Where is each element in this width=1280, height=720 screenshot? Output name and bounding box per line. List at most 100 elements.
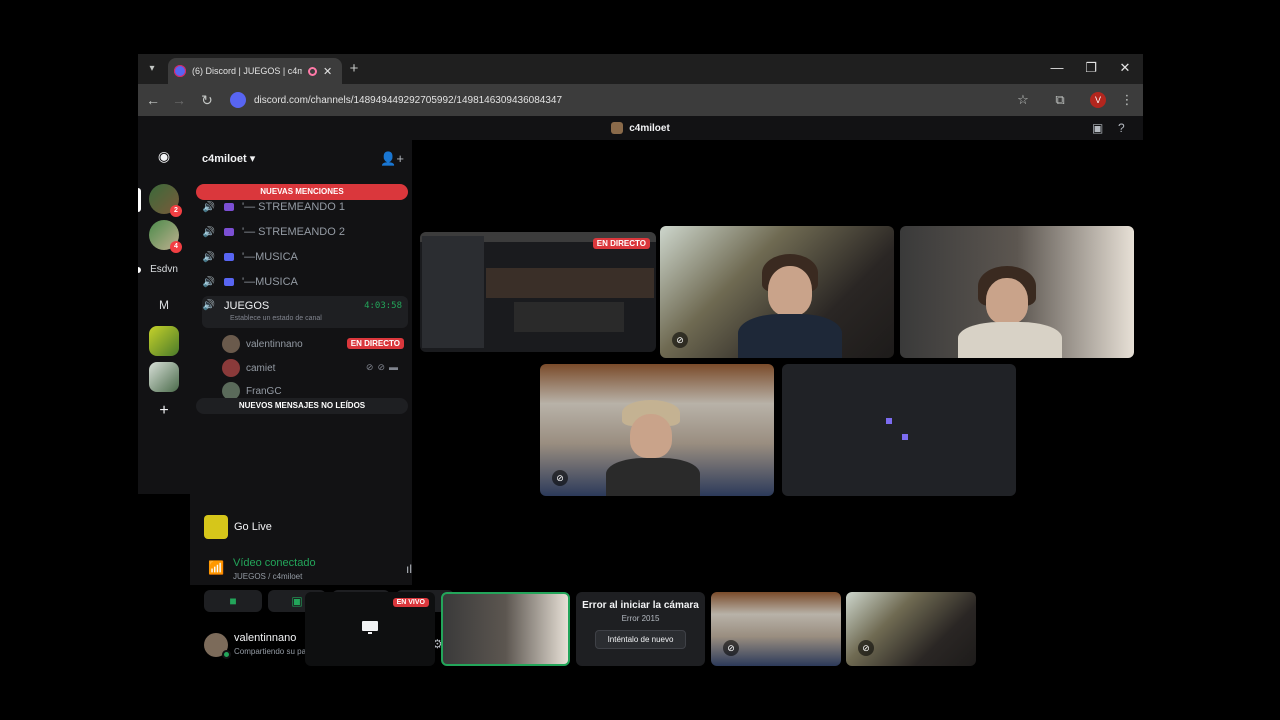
profile-initial: V — [1090, 92, 1106, 108]
voice-user-camiet[interactable]: camiet ⊘⊘▬ — [222, 357, 408, 379]
channel-name: '—MUSICA — [242, 251, 298, 263]
tab-search-icon[interactable]: ▾ — [144, 61, 160, 77]
shared-video-row-2 — [514, 302, 624, 332]
invite-people-icon[interactable]: 👤+ — [380, 151, 404, 167]
avatar — [222, 335, 240, 353]
camera-tile-2[interactable] — [900, 226, 1134, 358]
server-icon-2[interactable]: 4 — [149, 220, 182, 253]
mention-badge: 2 — [170, 205, 182, 217]
add-server-button[interactable]: + — [138, 402, 190, 420]
voice-channel-streameando-1[interactable]: 🔊 '— STREMEANDO 1 — [202, 196, 408, 218]
speaker-icon: 🔊 — [202, 300, 216, 311]
shared-sidebar — [422, 236, 484, 348]
discord-home-icon[interactable]: ◉ — [138, 148, 190, 165]
monitor-icon — [362, 621, 378, 634]
close-window-button[interactable]: ✕ — [1115, 60, 1135, 76]
channel-name: '— STREMEANDO 1 — [242, 201, 345, 213]
live-badge: EN VIVO — [392, 598, 429, 607]
voice-channel-juegos[interactable]: 🔊 JUEGOS 4:03:58 Establece un estado de … — [202, 296, 408, 328]
strip-camera-1[interactable]: ⊘ — [846, 592, 976, 666]
camera-tile-3[interactable]: ⊘ — [540, 364, 774, 496]
voice-user-name: valentinnano — [246, 338, 303, 350]
bookmark-star-icon[interactable]: ☆ — [1014, 92, 1032, 108]
user-name[interactable]: valentinnano — [234, 632, 296, 644]
live-badge: EN DIRECTO — [592, 238, 650, 249]
online-status-dot — [222, 650, 231, 659]
server-selected-indicator — [138, 188, 141, 212]
url-field[interactable]: discord.com/channels/1489494492927059​92… — [230, 88, 1030, 112]
shared-video-row — [486, 268, 654, 298]
extensions-icon[interactable]: ⧉ — [1051, 92, 1069, 108]
strip-camera-error: Error al iniciar la cámara Error 2015 In… — [576, 592, 705, 666]
camera-toggle-button[interactable]: ■ — [204, 590, 262, 612]
person-shirt — [958, 322, 1062, 358]
site-info-icon[interactable] — [230, 92, 246, 108]
browser-tab-discord[interactable]: (6) Discord | JUEGOS | c4mil ✕ — [168, 58, 342, 84]
server-icon-esdvn[interactable]: Esdvn — [138, 264, 190, 275]
browser-menu-icon[interactable]: ⋮ — [1118, 92, 1136, 108]
profile-avatar[interactable]: V — [1090, 92, 1108, 108]
channel-name: '—MUSICA — [242, 276, 298, 288]
channel-name: '— STREMEANDO 2 — [242, 226, 345, 238]
person-shirt — [738, 314, 842, 358]
discord-favicon-icon — [174, 65, 186, 77]
strip-camera-selected[interactable] — [441, 592, 570, 666]
muted-deafened-icons: ⊘⊘▬ — [365, 362, 402, 372]
server-icon-1[interactable]: 2 — [149, 184, 182, 217]
tab-title: (6) Discord | JUEGOS | c4mil — [192, 66, 302, 76]
voice-user-name: FranGC — [246, 385, 282, 397]
channel-timer: 4:03:58 — [364, 301, 402, 311]
strip-camera-3[interactable]: ⊘ — [711, 592, 841, 666]
tab-close-icon[interactable]: ✕ — [323, 65, 332, 78]
camera-error-code: Error 2015 — [621, 614, 660, 623]
new-unread-messages-pill[interactable]: NUEVOS MENSAJES NO LEÍDOS — [196, 398, 408, 414]
game-activity-icon — [204, 515, 228, 539]
video-stage: EN DIRECTO ⊘ ⊘ — [412, 140, 1143, 585]
recording-icon — [308, 66, 317, 76]
back-arrow-icon[interactable]: ← — [144, 92, 162, 108]
channel-emoji-icon — [224, 253, 234, 261]
reload-icon[interactable]: ↻ — [198, 92, 216, 109]
speaker-icon: 🔊 — [202, 276, 216, 288]
voice-user-valentinnano[interactable]: valentinnano EN DIRECTO — [222, 333, 408, 355]
voice-channel-musica-1[interactable]: 🔊 '—MUSICA — [202, 246, 408, 268]
tab-bar: ▾ (6) Discord | JUEGOS | c4mil ✕ + — ❐ ✕ — [138, 54, 1143, 84]
speaker-icon: 🔊 — [202, 201, 216, 213]
server-icon-3[interactable] — [149, 326, 179, 356]
screen-share-tile[interactable]: EN DIRECTO — [420, 232, 656, 352]
loading-pixel — [902, 434, 908, 440]
camera-tile-1[interactable]: ⊘ — [660, 226, 894, 358]
camera-muted-icon: ⊘ — [858, 640, 874, 656]
guild-name-text: c4miloet — [202, 153, 247, 165]
voice-channel-musica-2[interactable]: 🔊 '—MUSICA — [202, 271, 408, 293]
new-tab-button[interactable]: + — [346, 61, 362, 77]
channel-emoji-icon — [224, 278, 234, 286]
person-face — [986, 278, 1028, 324]
voice-channel-streameando-2[interactable]: 🔊 '— STREMEANDO 2 — [202, 221, 408, 243]
guild-name[interactable]: c4miloet ▾ — [202, 152, 255, 165]
strip-screen-share[interactable]: EN VIVO — [305, 592, 435, 666]
inbox-icon[interactable]: ▣ — [1092, 121, 1103, 135]
loading-pixel — [886, 418, 892, 424]
mention-badge: 4 — [170, 241, 182, 253]
server-rail: ◉ 2 4 Esdvn M + — [138, 140, 190, 494]
server-icon-4[interactable] — [149, 362, 179, 392]
speaker-icon: 🔊 — [202, 251, 216, 263]
forward-arrow-icon[interactable]: → — [170, 92, 188, 108]
minimize-button[interactable]: — — [1047, 60, 1067, 75]
restore-button[interactable]: ❐ — [1081, 60, 1101, 76]
channel-emoji-icon — [224, 228, 234, 236]
person-shirt — [606, 458, 700, 496]
camera-tile-loading[interactable] — [782, 364, 1016, 496]
camera-error-title: Error al iniciar la cámara — [582, 600, 699, 611]
retry-button[interactable]: Inténtalo de nuevo — [594, 630, 687, 649]
set-channel-status[interactable]: Establece un estado de canal — [230, 315, 322, 322]
go-live-label: Go Live — [234, 521, 272, 533]
server-icon-m[interactable]: M — [138, 298, 190, 312]
help-icon[interactable]: ? — [1118, 121, 1125, 135]
person-face — [630, 414, 672, 458]
speaker-icon: 🔊 — [202, 226, 216, 238]
connection-signal-icon[interactable]: 📶 — [208, 560, 224, 576]
live-badge: EN DIRECTO — [346, 338, 404, 349]
voice-status-title[interactable]: Vídeo conectado — [233, 557, 316, 569]
